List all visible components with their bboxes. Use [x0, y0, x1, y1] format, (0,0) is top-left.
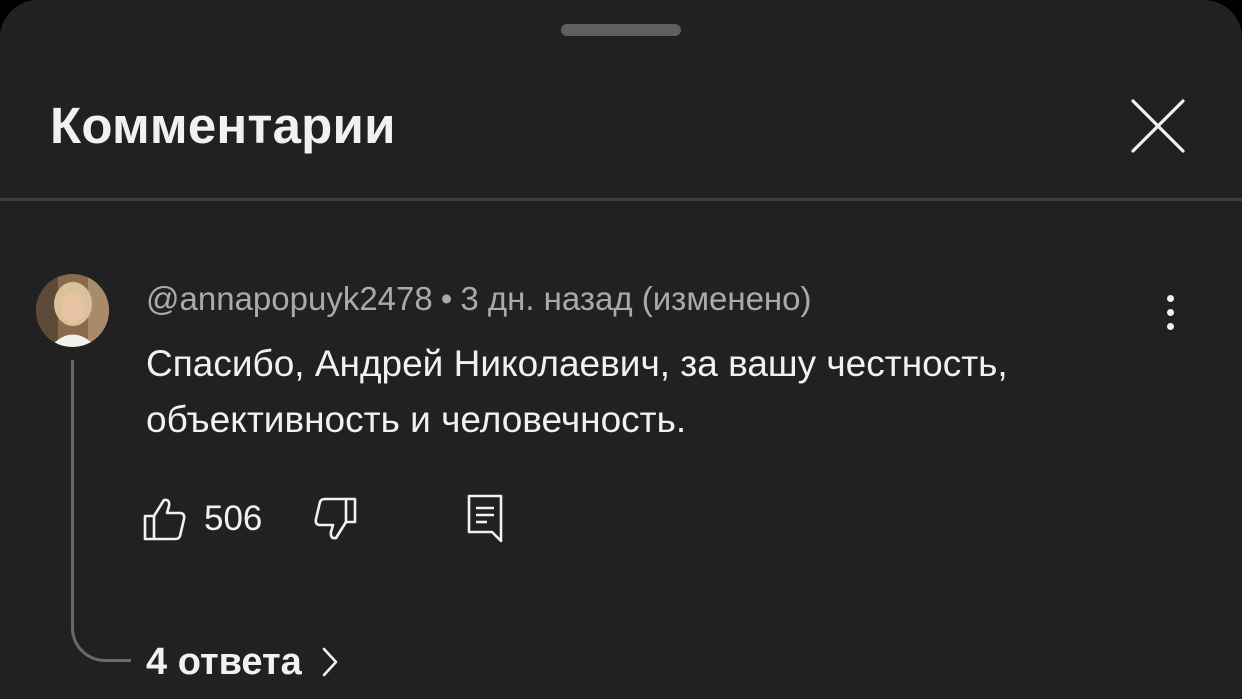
drag-handle[interactable]: [561, 24, 681, 36]
reply-comment-icon: [467, 494, 503, 543]
comment-text: Спасибо, Андрей Николаевич, за вашу чест…: [146, 343, 1008, 440]
more-vert-icon-dot: [1166, 294, 1174, 302]
comment-author[interactable]: @annapopuyk2478: [146, 280, 433, 317]
more-vert-icon-dot: [1166, 308, 1174, 316]
dislike-button[interactable]: [312, 494, 358, 544]
avatar-image: [36, 274, 109, 347]
replies-label: 4 ответа: [146, 641, 302, 683]
reply-thread-line: [71, 360, 131, 662]
reply-button[interactable]: [462, 492, 508, 546]
like-button[interactable]: 506: [142, 494, 262, 544]
sheet-title: Комментарии: [50, 97, 396, 154]
close-button[interactable]: [1118, 86, 1198, 166]
more-button[interactable]: [1148, 286, 1192, 338]
comments-sheet: Комментарии @annapopuyk2478 • 3 дн. назад …: [0, 0, 1242, 699]
header-divider: [0, 198, 1242, 201]
avatar[interactable]: [36, 274, 109, 347]
thumb-up-icon: [143, 498, 186, 541]
chevron-right-icon: [322, 647, 338, 677]
meta-separator: •: [440, 280, 453, 317]
close-icon: [1131, 99, 1185, 153]
comment-meta: @annapopuyk2478 • 3 дн. назад (изменено): [146, 278, 812, 320]
view-replies-button[interactable]: 4 ответа: [146, 638, 338, 686]
comment-time: 3 дн. назад (изменено): [460, 280, 812, 317]
like-count: 506: [204, 499, 263, 538]
thumb-down-icon: [314, 497, 357, 540]
more-vert-icon-dot: [1166, 322, 1174, 330]
